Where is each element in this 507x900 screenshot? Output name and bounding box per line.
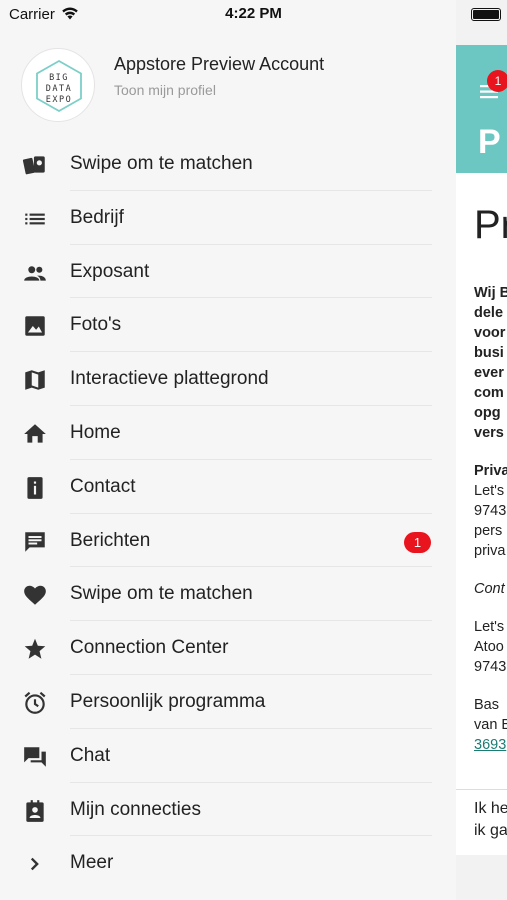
contact-badge-icon [22,798,48,824]
menu-item-connection-center[interactable]: Connection Center [0,621,456,675]
menu-item-label: Swipe om te matchen [70,153,253,174]
consent-bar: Ik he ik ga [456,789,507,855]
side-drawer: BIG DATA EXPO Appstore Preview Account T… [0,0,456,900]
menu-item-label: Persoonlijk programma [70,690,266,712]
page-title: Pr [474,203,507,247]
menu-item-plattegrond[interactable]: Interactieve plattegrond [0,352,456,406]
profile-name: Appstore Preview Account [114,54,325,74]
photo-icon [22,313,48,339]
heart-icon [22,582,48,608]
intro-line: ever [474,365,504,381]
intro-line: com [474,385,504,401]
people-icon [22,260,48,286]
privacy-line: Let's [474,483,505,499]
notification-badge: 1 [487,70,507,92]
intro-line: opg [474,405,501,421]
privacy-paragraph: Priva Let's 9743 pers priva [474,461,507,561]
battery-icon [471,8,501,21]
intro-line: busi [474,345,504,361]
contact-info-icon [22,475,48,501]
consent-line: Ik he [474,800,507,817]
privacy-line: 9743 [474,503,507,519]
menu-item-chat[interactable]: Chat [0,729,456,783]
menu-item-label: Interactieve plattegrond [70,368,269,390]
battery-level [473,10,499,19]
big-data-expo-logo: BIG DATA EXPO [21,48,95,122]
menu-item-label: Meer [70,852,114,874]
message-icon [22,529,48,555]
menu-item-label: Bedrijf [70,206,124,228]
contact-line: van B [474,717,507,733]
menu-item-contact[interactable]: Contact [0,460,456,514]
menu-item-label: Mijn connecties [70,798,201,820]
menu-item-label: Contact [70,475,136,497]
alarm-clock-icon [22,690,48,716]
logo-text-line: EXPO [46,95,72,105]
map-icon [22,367,48,393]
logo-text-line: BIG [49,73,69,83]
intro-line: dele [474,305,504,321]
chat-icon [22,744,48,770]
status-bar: Carrier 4:22 PM [0,0,507,30]
menu-item-label: Home [70,421,121,443]
menu-item-label: Exposant [70,260,150,282]
address-paragraph: Let's Atoo 9743 [474,617,507,677]
page-body: Pr Wij B dele voor busi ever com opg ver… [456,173,507,789]
unread-badge: 1 [404,531,431,553]
menu-item-home[interactable]: Home [0,406,456,460]
contact-heading: Cont [474,581,505,597]
clock-label: 4:22 PM [225,5,282,22]
privacy-heading: Priva [474,463,507,479]
chevron-right-icon [22,851,48,877]
menu-item-meer[interactable]: Meer [0,836,456,890]
intro-line: voor [474,325,506,341]
contact-paragraph: Bas van B 3693 [474,695,507,755]
menu-item-berichten[interactable]: Berichten 1 [0,514,456,568]
intro-line: Wij B [474,285,507,301]
address-line: 9743 [474,659,507,675]
menu-item-bedrijf[interactable]: Bedrijf [0,191,456,245]
star-icon [22,636,48,662]
menu-item-swipe-match[interactable]: Swipe om te matchen [0,137,456,191]
menu-item-label: Connection Center [70,637,229,659]
consent-line: ik ga [474,822,507,839]
menu-item-fotos[interactable]: Foto's [0,298,456,353]
consent-text: Ik he ik ga [474,798,507,842]
menu-item-connecties[interactable]: Mijn connecties [0,783,456,837]
drawer-menu: Swipe om te matchen Bedrijf Exposant Fot… [0,137,456,890]
profile-header[interactable]: BIG DATA EXPO Appstore Preview Account T… [0,30,456,138]
logo-text-line: DATA [46,84,72,94]
background-page[interactable]: 1 P Pr Wij B dele voor busi ever com opg… [456,0,507,900]
page-text: Wij B dele voor busi ever com opg vers P… [474,283,507,773]
menu-item-exposant[interactable]: Exposant [0,245,456,299]
phone-link[interactable]: 3693 [474,735,507,755]
privacy-line: pers [474,523,503,539]
contact-line: Bas [474,697,499,713]
privacy-line: priva [474,543,506,559]
show-profile-link[interactable]: Toon mijn profiel [114,82,216,98]
address-line: Let's [474,619,505,635]
menu-item-label: Swipe om te matchen [70,583,253,605]
menu-item-label: Foto's [70,314,122,336]
swipe-cards-icon [22,152,48,178]
menu-item-label: Chat [70,744,111,766]
address-line: Atoo [474,639,504,655]
list-icon [22,206,48,232]
intro-paragraph: Wij B dele voor busi ever com opg vers [474,283,507,443]
menu-item-programma[interactable]: Persoonlijk programma [0,675,456,729]
menu-item-swipe-match-2[interactable]: Swipe om te matchen [0,567,456,622]
menu-item-label: Berichten [70,529,151,551]
page-header: 1 P [456,45,507,173]
app-screen: Carrier 4:22 PM 1 P Pr Wij B [0,0,507,900]
page-header-title: P [478,123,501,161]
intro-line: vers [474,425,504,441]
home-icon [22,421,48,447]
